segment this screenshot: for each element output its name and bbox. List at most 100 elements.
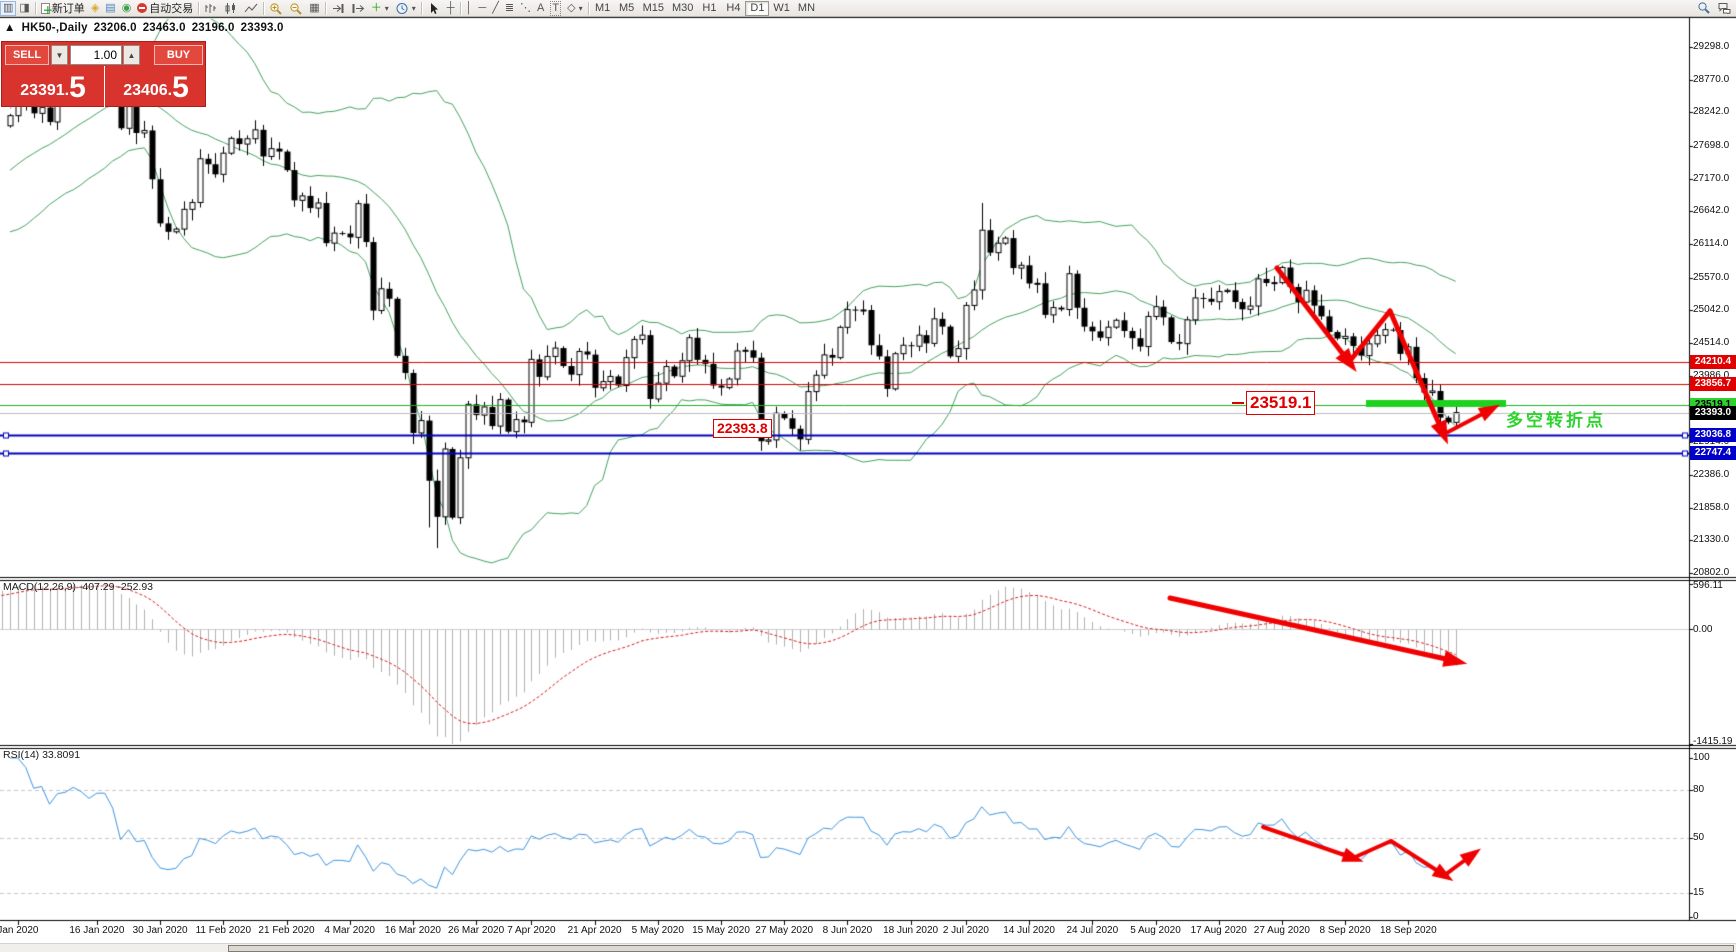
line-chart-icon[interactable]	[241, 1, 261, 16]
time-axis-label: 11 Feb 2020	[195, 925, 252, 936]
time-axis-label: 2 Jul 2020	[942, 925, 989, 936]
price-tick-label: 25570.0	[1693, 271, 1730, 283]
price-tick-label: 27698.0	[1693, 140, 1730, 152]
buy-price-pip: 5	[172, 71, 189, 104]
fibo-fan-icon[interactable]: ⋱	[517, 1, 534, 16]
rsi-label: RSI(14) 33.8091	[3, 749, 81, 761]
ohlc-low: 23196.0	[191, 22, 235, 34]
ohlc-high: 23463.0	[142, 22, 186, 34]
chart-shift-icon[interactable]	[348, 1, 368, 16]
autotrading-button[interactable]: 自动交易	[134, 1, 196, 16]
stop-circle-icon	[137, 3, 148, 13]
trading-platform-window: ▥ ◨ ＋新订单 ◈ ▤ ◉ 自动交易 ▦ ＋ ▾ ▾ ┼ │ ─ ╱ ≣ ⋱ A T ◇ ▾ M1 M5 M15 M30 H1…	[0, 0, 1736, 952]
vertical-line-icon[interactable]: │	[463, 1, 476, 16]
trendline-icon[interactable]: ╱	[489, 1, 502, 16]
period-icon[interactable]: ▾	[392, 1, 419, 16]
time-axis-label: 18 Sep 2020	[1379, 925, 1437, 936]
scrollbar-thumb[interactable]	[228, 945, 1734, 952]
data-window-icon[interactable]: ▤	[102, 1, 118, 16]
price-badge: 23036.8	[1690, 427, 1736, 442]
macd-label: MACD(12,26,9) -407.29 -252.93	[3, 581, 153, 593]
horizontal-line-icon[interactable]: ─	[475, 1, 489, 16]
zoom-in-icon[interactable]	[266, 1, 286, 16]
time-axis-label: Jan 2020	[0, 925, 39, 936]
tile-windows-icon[interactable]: ▦	[306, 1, 322, 16]
price-tick-label: 28770.0	[1693, 73, 1730, 85]
candlestick-chart-icon[interactable]	[221, 1, 241, 16]
timeframe-w1[interactable]: W1	[769, 1, 794, 16]
price-tick-label: 26642.0	[1693, 205, 1730, 217]
price-tick-label: 21330.0	[1693, 534, 1730, 546]
price-tick-label: 22386.0	[1693, 468, 1730, 480]
sell-price-main: 23391.	[20, 82, 70, 99]
buy-button[interactable]: BUY	[154, 45, 203, 65]
time-axis-label: 17 Aug 2020	[1190, 925, 1247, 936]
navigator-icon[interactable]: ◉	[119, 1, 135, 16]
sell-price[interactable]: 23391. 5	[3, 68, 103, 106]
timeframe-m1[interactable]: M1	[591, 1, 615, 16]
horizontal-scrollbar[interactable]	[0, 943, 1736, 952]
time-axis-label: 27 May 2020	[755, 925, 814, 936]
annotation-leader-dash	[1232, 402, 1244, 404]
search-icon[interactable]	[1697, 1, 1711, 17]
turning-point-text[interactable]: 多空转折点	[1506, 406, 1606, 431]
price-tick-label: 27170.0	[1693, 172, 1730, 184]
time-axis-label: 26 Mar 2020	[448, 925, 505, 936]
text-icon[interactable]: A	[534, 1, 547, 16]
chat-icon[interactable]	[1717, 1, 1732, 17]
timeframe-m30[interactable]: M30	[668, 1, 697, 16]
chart-window-icon[interactable]: ▥	[0, 0, 17, 16]
macd-max-label: 596.11	[1693, 580, 1723, 591]
new-order-button[interactable]: ＋新订单	[38, 1, 88, 16]
time-axis-label: 30 Jan 2020	[132, 925, 188, 936]
ohlc-close: 23393.0	[240, 22, 284, 34]
time-axis-label: 18 Jun 2020	[883, 925, 939, 936]
bar-chart-icon[interactable]	[201, 1, 221, 16]
timeframe-h4[interactable]: H4	[721, 1, 745, 16]
sell-button[interactable]: SELL	[5, 45, 49, 65]
indicators-icon[interactable]: ＋ ▾	[368, 1, 392, 16]
volume-decrease-button[interactable]: ▼	[51, 45, 68, 65]
auto-scroll-icon[interactable]	[328, 1, 348, 16]
timeframe-h1[interactable]: H1	[697, 1, 721, 16]
timeframe-m15[interactable]: M15	[639, 1, 668, 16]
price-tick-label: 29298.0	[1693, 41, 1730, 52]
volume-input[interactable]	[70, 45, 122, 65]
candlestick-chart-canvas[interactable]	[0, 0, 1736, 952]
fibo-retracement-icon[interactable]: ≣	[502, 1, 517, 16]
timeframe-m5[interactable]: M5	[615, 1, 639, 16]
time-axis-label: 24 Jul 2020	[1066, 925, 1119, 936]
time-axis-label: 7 Apr 2020	[507, 925, 556, 936]
price-badge: 23393.0	[1690, 405, 1736, 420]
time-axis-label: 16 Jan 2020	[69, 925, 125, 936]
symbol-period: HK50-,Daily	[21, 22, 88, 34]
text-label-icon[interactable]: T	[547, 0, 564, 16]
buy-price[interactable]: 23406. 5	[106, 68, 206, 106]
rsi-tick-label: 80	[1693, 783, 1705, 795]
price-tick-label: 24514.0	[1693, 337, 1730, 349]
volume-increase-button[interactable]: ▲	[123, 45, 140, 65]
chart-title: ▲ HK50-,Daily 23206.0 23463.0 23196.0 23393.0	[4, 22, 290, 34]
time-axis-label: 15 May 2020	[692, 925, 750, 936]
buy-price-main: 23406.	[123, 82, 173, 99]
market-watch-icon[interactable]: ◈	[88, 1, 102, 16]
crosshair-icon[interactable]: ┼	[444, 1, 458, 16]
timeframe-d1[interactable]: D1	[745, 0, 770, 16]
cursor-icon[interactable]	[424, 1, 444, 16]
time-axis-label: 4 Mar 2020	[324, 925, 375, 936]
price-tick-label: 26114.0	[1693, 238, 1729, 250]
main-toolbar: ▥ ◨ ＋新订单 ◈ ▤ ◉ 自动交易 ▦ ＋ ▾ ▾ ┼ │ ─ ╱ ≣ ⋱ A T ◇ ▾ M1 M5 M15 M30 H1…	[0, 0, 1736, 17]
shapes-icon[interactable]: ◇ ▾	[564, 1, 585, 16]
macd-zero-label: 0.00	[1693, 623, 1713, 635]
timeframe-mn[interactable]: MN	[794, 1, 819, 16]
price-annotation-22393[interactable]: 22393.8	[713, 419, 772, 438]
collapse-arrow-icon[interactable]: ▲	[4, 22, 16, 34]
time-axis-label: 14 Jul 2020	[1003, 925, 1055, 936]
price-annotation-23519[interactable]: 23519.1	[1246, 391, 1316, 415]
zoom-out-icon[interactable]	[286, 1, 306, 16]
sell-price-pip: 5	[69, 71, 86, 104]
chart-profiles-icon[interactable]: ◨	[16, 1, 32, 16]
price-badge: 23856.7	[1690, 376, 1736, 391]
time-axis-label: 21 Feb 2020	[258, 925, 315, 936]
price-divider	[104, 66, 105, 107]
